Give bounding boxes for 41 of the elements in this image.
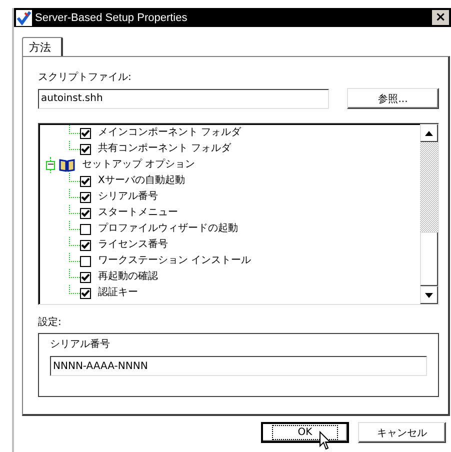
scroll-thumb[interactable] [420,232,438,286]
book-icon [59,158,75,172]
scroll-down-button[interactable] [420,286,438,304]
scroll-up-button[interactable] [420,124,438,142]
tree-item[interactable]: ライセンス番号 [98,238,168,252]
dialog-button[interactable]: キャンセル [358,422,446,443]
tree-item[interactable]: プロファイルウィザードの起動 [98,222,238,236]
tree-item[interactable]: ワークステーション インストール [98,254,252,268]
scrollbar[interactable] [420,124,438,304]
serial-number-field[interactable]: NNNN-AAAA-NNNN [50,356,427,376]
tree-item[interactable]: スタートメニュー [98,206,178,220]
down-arrow-icon [425,292,433,298]
checkbox[interactable] [80,192,91,202]
checkbox[interactable] [80,256,91,266]
tree-item[interactable]: Xサーバの自動起動 [98,174,185,188]
field-label: スクリプトファイル: [38,70,132,84]
checkbox[interactable] [80,208,91,218]
checkbox[interactable] [80,176,91,186]
tree-item[interactable]: セットアップ オプション [82,158,196,172]
group-title: シリアル番号 [50,338,111,352]
checkbox[interactable] [80,144,91,154]
tab[interactable]: 方法 [22,37,63,56]
up-arrow-icon [425,130,433,136]
tree-item[interactable]: 再起動の確認 [98,270,158,284]
window-title: Server-Based Setup Properties [35,12,188,24]
close-button[interactable]: × [432,10,449,25]
checkbox[interactable] [80,272,91,282]
browse-button[interactable]: 参照... [347,88,439,109]
checkmark-app-icon [16,10,32,26]
script-file-field[interactable]: autoinst.shh [38,88,329,108]
tree-item[interactable]: シリアル番号 [98,190,158,204]
tree-item[interactable]: 共有コンポーネント フォルダ [98,142,232,156]
checkbox[interactable] [80,224,91,234]
expander-button[interactable]: − [46,160,55,170]
checkbox[interactable] [80,128,91,138]
tree-item[interactable]: 認証キー [98,286,138,300]
checkbox[interactable] [80,240,91,250]
pointer-cursor-icon [319,431,331,450]
settings-label: 設定: [38,316,62,329]
tree-item[interactable]: メインコンポーネント フォルダ [98,126,242,140]
checkbox[interactable] [80,288,91,298]
